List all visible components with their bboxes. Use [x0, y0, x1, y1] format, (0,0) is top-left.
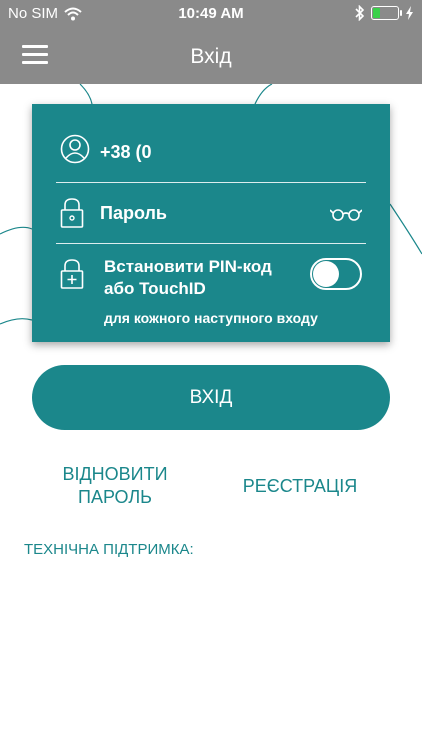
pin-toggle[interactable] [310, 258, 362, 290]
status-bar: No SIM 10:49 AM [0, 0, 422, 28]
password-row[interactable]: Пароль [56, 183, 366, 244]
pin-label: Встановити PIN-код або TouchID [104, 257, 272, 298]
status-right [355, 5, 414, 21]
toggle-knob [313, 261, 339, 287]
lock-icon [60, 198, 84, 228]
pin-subtext: для кожного наступного входу [104, 310, 318, 326]
charging-icon [406, 6, 413, 20]
show-password-icon[interactable] [330, 207, 362, 221]
password-field[interactable]: Пароль [100, 203, 167, 224]
battery-icon [371, 6, 402, 20]
phone-field[interactable]: +38 (0 [100, 142, 152, 163]
login-card: +38 (0 Пароль Встановити PIN-код або Tou… [32, 104, 390, 342]
pin-row: Встановити PIN-код або TouchID для кожно… [56, 244, 366, 342]
page-title: Вхід [190, 45, 232, 68]
support-link[interactable]: ТЕХНІЧНА ПІДТРИМКА: [24, 538, 194, 561]
recover-password-link[interactable]: ВІДНОВИТИ ПАРОЛЬ [40, 463, 190, 509]
phone-row[interactable]: +38 (0 [56, 104, 366, 183]
register-link[interactable]: РЕЄСТРАЦІЯ [230, 475, 370, 498]
user-icon [60, 134, 90, 164]
nav-bar: Вхід [0, 28, 422, 84]
battery-level [373, 8, 380, 18]
login-button[interactable]: ВХІД [32, 365, 390, 430]
lock-plus-icon [60, 259, 84, 289]
bluetooth-icon [355, 5, 365, 21]
